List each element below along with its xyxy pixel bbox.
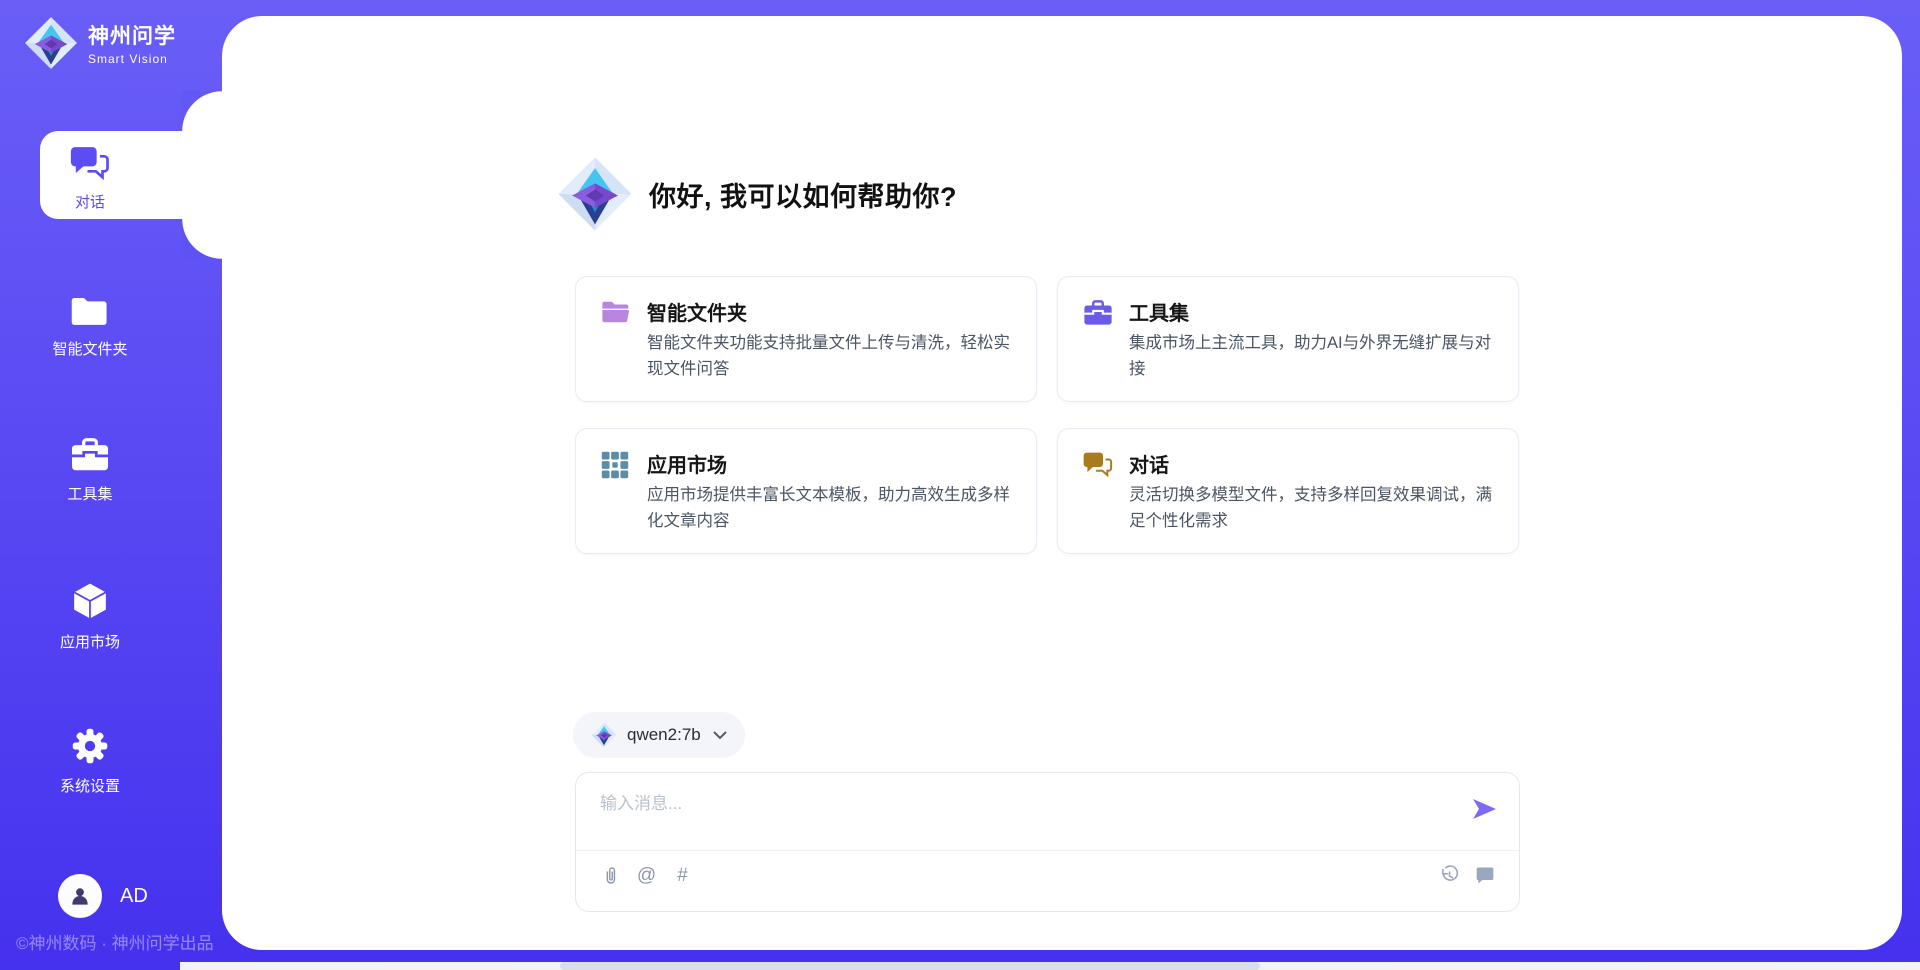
card-description: 应用市场提供丰富长文本模板，助力高效生成多样化文章内容 — [647, 483, 1013, 534]
chat-bubbles-icon — [1083, 451, 1113, 481]
copyright-text: ©神州数码 · 神州问学出品 — [16, 929, 214, 954]
feedback-chat-icon[interactable] — [1475, 865, 1497, 887]
send-icon[interactable] — [1471, 797, 1497, 821]
sidebar-item-smart-folder[interactable]: 智能文件夹 — [0, 294, 180, 359]
greeting-text: 你好, 我可以如何帮助你? — [649, 175, 957, 214]
composer-tools-left: @ # — [600, 865, 693, 886]
card-description: 灵活切换多模型文件，支持多样回复效果调试，满足个性化需求 — [1129, 483, 1495, 534]
sidebar-item-label: 智能文件夹 — [0, 338, 180, 359]
history-icon[interactable] — [1439, 865, 1461, 887]
card-app-market[interactable]: 应用市场 应用市场提供丰富长文本模板，助力高效生成多样化文章内容 — [575, 428, 1037, 554]
card-description: 智能文件夹功能支持批量文件上传与清洗，轻松实现文件问答 — [647, 331, 1013, 382]
cube-icon — [70, 581, 110, 619]
card-title: 智能文件夹 — [647, 297, 747, 326]
sidebar-item-toolset[interactable]: 工具集 — [0, 437, 180, 504]
brand-diamond-icon — [24, 16, 78, 70]
briefcase-icon — [1083, 299, 1113, 329]
chevron-down-icon — [713, 731, 727, 740]
active-tab-fillet-bottom — [182, 219, 222, 259]
scrollbar-thumb[interactable] — [560, 962, 1260, 970]
message-composer: @ # — [575, 772, 1520, 912]
composer-divider — [576, 850, 1519, 851]
sidebar: 神州问学 Smart Vision 对话 智能文件夹 — [0, 0, 222, 970]
person-icon — [67, 883, 93, 909]
assistant-diamond-icon — [557, 156, 633, 232]
composer-tools-right — [1439, 865, 1497, 887]
sidebar-item-label: 工具集 — [0, 483, 180, 504]
brand-subtitle: Smart Vision — [88, 52, 176, 66]
brand-text-block: 神州问学 Smart Vision — [88, 20, 176, 66]
avatar — [58, 874, 102, 918]
brand-name: 神州问学 — [88, 20, 176, 50]
model-selector[interactable]: qwen2:7b — [573, 712, 745, 758]
model-name: qwen2:7b — [627, 725, 701, 745]
mention-icon[interactable]: @ — [636, 865, 657, 886]
card-title: 工具集 — [1129, 297, 1189, 326]
folder-icon — [70, 294, 110, 332]
feature-cards: 智能文件夹 智能文件夹功能支持批量文件上传与清洗，轻松实现文件问答 工具集 集成… — [575, 276, 1519, 554]
horizontal-scrollbar[interactable] — [180, 962, 1920, 970]
card-description: 集成市场上主流工具，助力AI与外界无缝扩展与对接 — [1129, 331, 1495, 382]
chat-bubbles-icon — [70, 145, 110, 183]
sidebar-item-settings[interactable]: 系统设置 — [0, 727, 180, 796]
user-name: AD — [120, 885, 148, 908]
sidebar-item-app-market[interactable]: 应用市场 — [0, 581, 180, 652]
card-toolset[interactable]: 工具集 集成市场上主流工具，助力AI与外界无缝扩展与对接 — [1057, 276, 1519, 402]
sidebar-item-label: 系统设置 — [0, 775, 180, 796]
model-diamond-icon — [591, 722, 617, 748]
app-root: 神州问学 Smart Vision 对话 智能文件夹 — [0, 0, 1920, 970]
briefcase-icon — [70, 437, 110, 475]
message-input[interactable] — [600, 789, 1430, 844]
sidebar-item-label: 对话 — [0, 191, 180, 212]
hashtag-icon[interactable]: # — [672, 865, 693, 886]
greeting: 你好, 我可以如何帮助你? — [557, 156, 957, 232]
card-title: 对话 — [1129, 449, 1169, 478]
brand-logo: 神州问学 Smart Vision — [24, 16, 176, 70]
user-account[interactable]: AD — [58, 874, 148, 918]
folder-open-icon — [601, 299, 631, 329]
active-tab-fillet-top — [182, 91, 222, 131]
card-title: 应用市场 — [647, 449, 727, 478]
sidebar-item-chat[interactable]: 对话 — [0, 145, 180, 212]
card-smart-folder[interactable]: 智能文件夹 智能文件夹功能支持批量文件上传与清洗，轻松实现文件问答 — [575, 276, 1037, 402]
grid-cube-icon — [601, 451, 631, 481]
card-chat[interactable]: 对话 灵活切换多模型文件，支持多样回复效果调试，满足个性化需求 — [1057, 428, 1519, 554]
sidebar-item-label: 应用市场 — [0, 631, 180, 652]
gear-icon — [70, 727, 110, 765]
attachment-icon[interactable] — [600, 865, 621, 886]
main-panel: 你好, 我可以如何帮助你? 智能文件夹 智能文件夹功能支持批量文件上传与清洗，轻… — [222, 16, 1902, 950]
